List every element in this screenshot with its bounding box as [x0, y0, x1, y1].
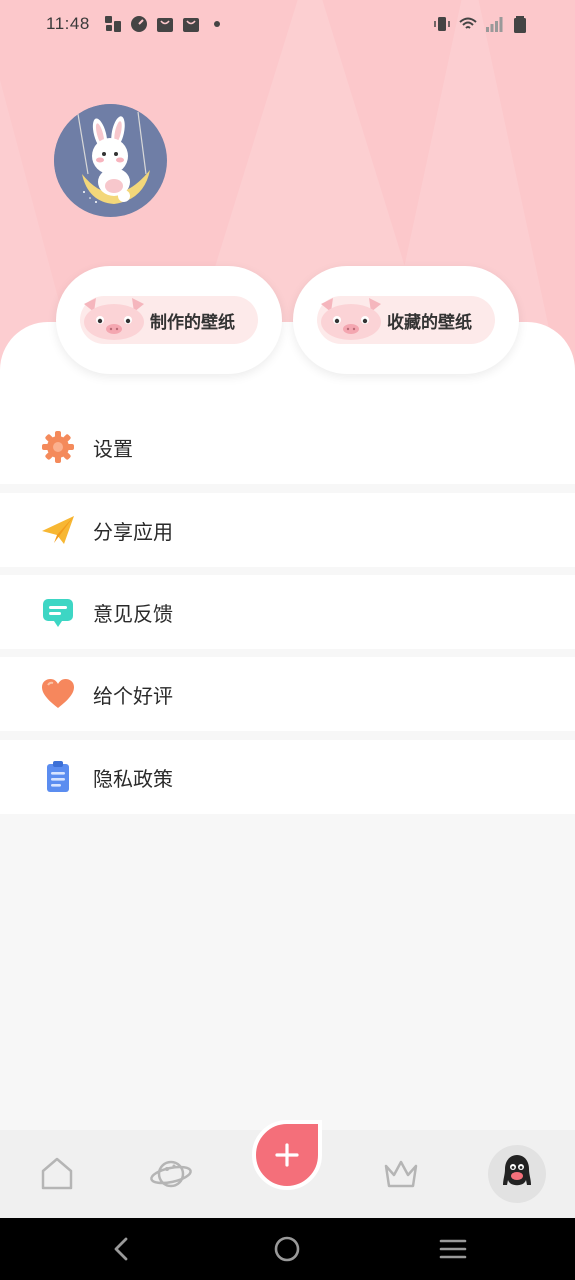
message-icon	[40, 594, 76, 630]
status-left-icons	[104, 15, 226, 33]
bunny-on-swing-avatar	[54, 104, 166, 216]
penguin-icon	[503, 1155, 531, 1186]
menu-item-privacy[interactable]: 隐私政策	[0, 740, 575, 814]
tab-discover[interactable]	[141, 1130, 201, 1218]
system-navigation-bar	[0, 1218, 575, 1280]
bag-icon	[182, 18, 199, 32]
my-wallpapers-label: 制作的壁纸	[150, 313, 235, 333]
paper-plane-icon	[40, 512, 76, 548]
create-button[interactable]	[252, 1120, 322, 1190]
menu-label: 隐私政策	[93, 766, 173, 791]
menu-icon	[439, 1239, 467, 1259]
wifi-icon	[459, 17, 477, 29]
pig-icon	[84, 298, 144, 340]
menu-label: 给个好评	[93, 683, 173, 708]
gauge-icon	[130, 16, 147, 32]
recents-button[interactable]	[436, 1232, 470, 1266]
pig-icon	[321, 298, 381, 340]
status-bar: 11:48	[0, 0, 575, 48]
menu-label: 设置	[93, 436, 133, 461]
planet-icon	[150, 1160, 192, 1188]
menu-item-rate[interactable]: 给个好评	[0, 657, 575, 731]
heart-icon	[40, 676, 76, 712]
my-wallpapers-button[interactable]: 制作的壁纸	[56, 266, 282, 374]
status-right-icons	[433, 15, 529, 33]
menu-item-settings[interactable]: 设置	[0, 410, 575, 484]
back-button[interactable]	[104, 1232, 138, 1266]
notification-icon	[104, 16, 121, 32]
bag-icon	[156, 18, 173, 32]
menu-item-feedback[interactable]: 意见反馈	[0, 575, 575, 649]
clipboard-icon	[40, 759, 76, 795]
home-button[interactable]	[270, 1232, 304, 1266]
tab-vip[interactable]	[371, 1130, 431, 1218]
tab-me[interactable]	[488, 1145, 546, 1203]
signal-icon	[486, 17, 503, 32]
home-circle-icon	[274, 1236, 300, 1262]
gear-icon	[40, 429, 76, 465]
menu-label: 分享应用	[93, 519, 173, 544]
menu-label: 意见反馈	[93, 601, 173, 626]
avatar[interactable]	[54, 104, 167, 217]
favorite-wallpapers-label: 收藏的壁纸	[387, 313, 472, 333]
status-time: 11:48	[46, 14, 90, 33]
crown-icon	[384, 1160, 418, 1188]
tab-home[interactable]	[27, 1130, 87, 1218]
back-icon	[114, 1237, 128, 1261]
home-icon	[41, 1157, 73, 1190]
dot-icon	[213, 21, 220, 27]
plus-icon	[275, 1143, 299, 1167]
menu-item-share[interactable]: 分享应用	[0, 493, 575, 567]
vibrate-icon	[434, 17, 450, 31]
battery-icon	[514, 16, 526, 33]
favorite-wallpapers-button[interactable]: 收藏的壁纸	[293, 266, 519, 374]
